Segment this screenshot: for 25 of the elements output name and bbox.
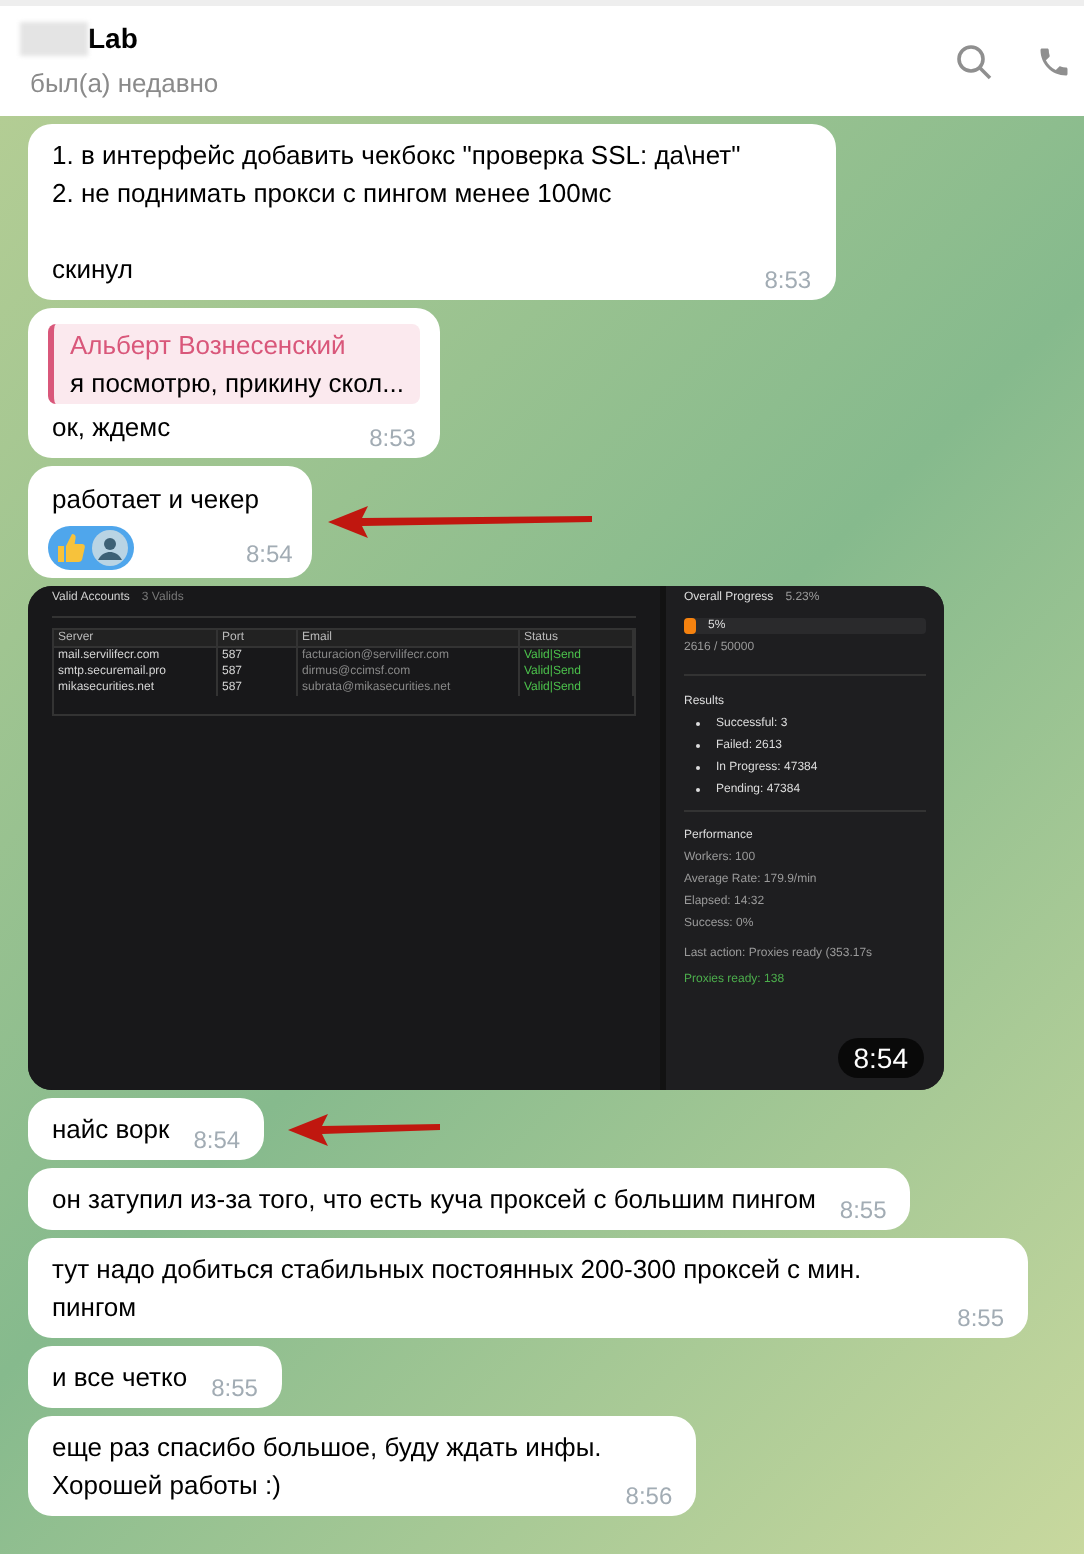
chat-title: Lab xyxy=(88,20,138,59)
phone-icon[interactable] xyxy=(1036,43,1072,79)
message-time: 8:55 xyxy=(839,1196,887,1224)
reply-text: я посмотрю, прикину скол... xyxy=(70,366,404,402)
message-text: тут надо добиться стабильных постоянных 200-300 проксей с мин. пингом xyxy=(52,1252,864,1326)
message-time: 8:54 xyxy=(193,1126,241,1154)
message-text: 1. в интерфейс добавить чекбокс "проверка SSL: да\нет" 2. не поднимать прокси с пингом менее 100мс скинул xyxy=(52,138,741,288)
avatar-icon xyxy=(92,530,128,566)
message-text: он затупил из-за того, что есть куча проксей с большим пингом xyxy=(52,1182,816,1218)
chat-status: был(а) недавно xyxy=(30,65,221,102)
message-time: 8:53 xyxy=(764,266,812,294)
message-text: и все четко xyxy=(52,1360,188,1396)
message-time: 8:55 xyxy=(211,1374,258,1402)
message-time: 8:56 xyxy=(625,1482,673,1510)
search-icon[interactable] xyxy=(956,43,992,79)
message-text: ок, ждемс xyxy=(52,410,171,446)
blurred-name xyxy=(20,22,88,57)
message-text: еще раз спасибо большое, буду ждать инфы. Хорошей работы :) xyxy=(52,1430,602,1504)
message-time: 8:54 xyxy=(246,538,293,570)
message-text: найс ворк xyxy=(52,1112,170,1148)
message-time: 8:53 xyxy=(369,424,416,452)
reply-author: Альберт Вознесенский xyxy=(70,328,348,364)
thumbs-up-icon xyxy=(54,532,86,564)
message-time: 8:55 xyxy=(957,1304,1004,1332)
message-text: работает и чекер xyxy=(50,482,261,518)
